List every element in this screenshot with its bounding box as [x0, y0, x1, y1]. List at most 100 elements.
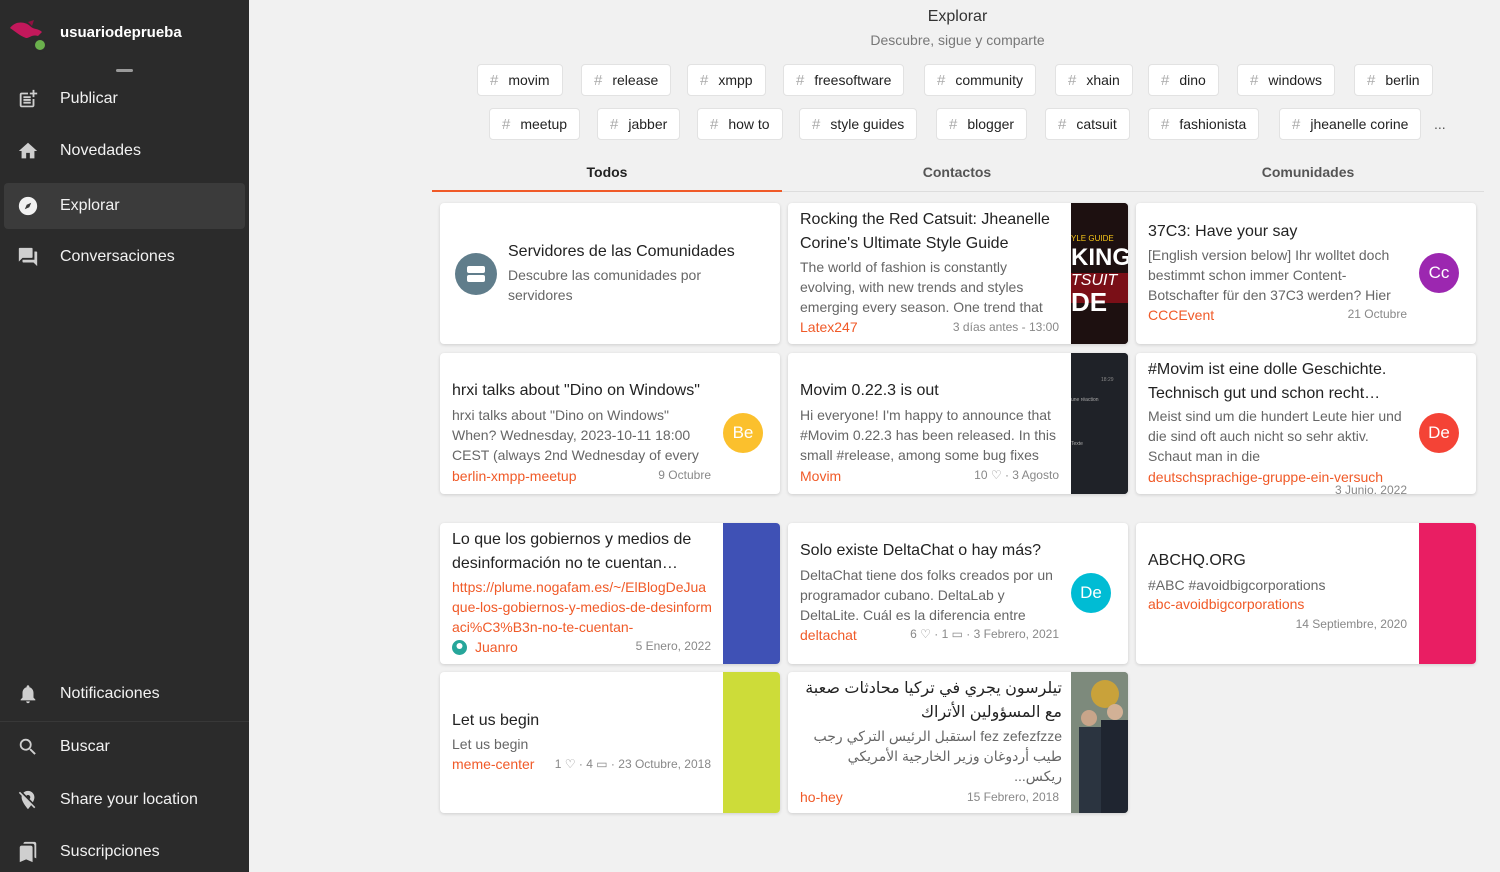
- hash-icon: #: [710, 115, 719, 133]
- tag-chip[interactable]: # release: [581, 64, 672, 96]
- card-author[interactable]: Juanro: [475, 639, 518, 655]
- nav-subscriptions[interactable]: Suscripciones: [0, 829, 249, 872]
- tab-active-indicator: [432, 190, 782, 192]
- tag-chip[interactable]: # meetup: [489, 108, 581, 140]
- heart-icon: ♡: [990, 468, 1002, 482]
- card-source[interactable]: abc-avoidbigcorporations: [1148, 596, 1304, 612]
- tag-chip[interactable]: # community: [924, 64, 1037, 96]
- tab-contactos[interactable]: Contactos: [782, 152, 1132, 192]
- tag-chip[interactable]: # fashionista: [1148, 108, 1260, 140]
- tag-chip[interactable]: # catsuit: [1045, 108, 1130, 140]
- tag-label: release: [612, 72, 659, 88]
- post-thumbnail: 18:29 une réaction Texte: [1071, 353, 1128, 494]
- card-date: 3 Junio, 2022: [1334, 483, 1407, 494]
- likes-count: 1: [554, 757, 562, 771]
- tag-label: style guides: [830, 116, 905, 132]
- hash-icon: #: [1292, 115, 1301, 133]
- card-text: #ABC #avoidbigcorporations: [1148, 577, 1326, 593]
- tag-label: fashionista: [1179, 116, 1247, 132]
- location-off-icon: [18, 790, 36, 810]
- card-source[interactable]: ho-hey: [800, 789, 843, 805]
- more-tags-indicator[interactable]: ...: [1434, 116, 1446, 132]
- bell-icon: [20, 685, 36, 704]
- tag-chip[interactable]: # windows: [1237, 64, 1336, 96]
- nav-notifications[interactable]: Notificaciones: [0, 671, 249, 717]
- nav-search[interactable]: Buscar: [0, 724, 249, 770]
- post-card[interactable]: ABCHQ.ORG #ABC #avoidbigcorporations abc…: [1136, 523, 1476, 664]
- tag-chip[interactable]: # xmpp: [687, 64, 766, 96]
- tag-chip[interactable]: # xhain: [1055, 64, 1133, 96]
- likes-count: 6: [910, 627, 917, 641]
- card-date: 23 Octubre, 2018: [618, 757, 711, 771]
- card-text: Descubre las comunidades por servidores: [508, 267, 701, 303]
- tag-label: xmpp: [718, 72, 753, 88]
- card-source[interactable]: Latex247: [800, 319, 858, 335]
- tag-label: jheanelle corine: [1310, 116, 1409, 132]
- community-servers-card[interactable]: Servidores de las Comunidades Descubre l…: [440, 203, 780, 344]
- community-avatar: De: [1419, 413, 1459, 453]
- card-title: 37C3: Have your say: [1148, 223, 1298, 240]
- nav-explore[interactable]: Explorar: [4, 183, 245, 229]
- post-card[interactable]: #Movim ist eine dolle Geschichte. Techni…: [1136, 353, 1476, 494]
- card-source[interactable]: deltachat: [800, 627, 857, 643]
- hash-icon: #: [594, 71, 603, 89]
- tab-comunidades[interactable]: Comunidades: [1133, 152, 1483, 192]
- drag-handle[interactable]: [116, 69, 133, 72]
- tag-label: xhain: [1086, 72, 1120, 88]
- nav-news[interactable]: Novedades: [0, 128, 249, 174]
- nav-location-label: Share your location: [60, 791, 198, 808]
- card-source[interactable]: meme-center: [452, 756, 534, 772]
- community-avatar: De: [1071, 573, 1111, 613]
- tag-chip[interactable]: # style guides: [799, 108, 918, 140]
- nav-location[interactable]: Share your location: [0, 777, 249, 823]
- tab-todos[interactable]: Todos: [432, 152, 782, 192]
- card-date: 3 días antes - 13:00: [952, 320, 1059, 334]
- sidebar: usuariodeprueba Publicar Novedades Explo…: [0, 0, 249, 872]
- hash-icon: #: [502, 115, 511, 133]
- color-strip: [723, 672, 780, 813]
- post-card[interactable]: Solo existe DeltaChat o hay más? DeltaCh…: [788, 523, 1128, 664]
- card-link[interactable]: https://plume.nogafam.es/~/ElBlogDeJuaqu…: [452, 577, 712, 637]
- thumb-text: KING: [1071, 244, 1128, 271]
- card-source[interactable]: CCCEvent: [1148, 307, 1214, 323]
- tag-chip[interactable]: # movim: [477, 64, 563, 96]
- comment-icon: ▭: [951, 627, 963, 641]
- card-source[interactable]: berlin-xmpp-meetup: [452, 468, 577, 484]
- user-avatar[interactable]: [8, 16, 47, 54]
- tag-label: berlin: [1385, 72, 1420, 88]
- tag-chip[interactable]: # jabber: [597, 108, 681, 140]
- card-text: Meist sind um die hundert Leute hier und…: [1148, 408, 1402, 464]
- tag-chip[interactable]: # how to: [697, 108, 783, 140]
- tag-label: freesoftware: [814, 72, 892, 88]
- nav-chats[interactable]: Conversaciones: [0, 234, 249, 280]
- card-title: ABCHQ.ORG: [1148, 552, 1246, 569]
- profile-header[interactable]: usuariodeprueba: [0, 0, 249, 66]
- post-card[interactable]: تيلرسون يجري في تركيا محادثات صعبة مع ال…: [788, 672, 1128, 813]
- post-card[interactable]: Let us begin Let us begin meme-center 1 …: [440, 672, 780, 813]
- forum-icon: [18, 247, 38, 267]
- nav-publish[interactable]: Publicar: [0, 76, 249, 122]
- post-card[interactable]: Rocking the Red Catsuit: Jheanelle Corin…: [788, 203, 1128, 344]
- page-title: Explorar: [927, 8, 988, 25]
- card-stats: 1 ♡ · 4 ▭ · 23 Octubre, 2018: [554, 757, 711, 771]
- tag-label: catsuit: [1076, 116, 1117, 132]
- card-source[interactable]: Movim: [800, 468, 841, 484]
- post-card[interactable]: Lo que los gobiernos y medios de desinfo…: [440, 523, 780, 664]
- card-text: fez zefezfzze استقبل الرئيس التركي رجب ط…: [813, 728, 1062, 784]
- tag-label: meetup: [520, 116, 568, 132]
- search-icon: [19, 738, 36, 755]
- card-title: Let us begin: [452, 712, 540, 729]
- tag-chip[interactable]: # jheanelle corine: [1279, 108, 1422, 140]
- post-card[interactable]: Movim 0.22.3 is out Hi everyone! I'm hap…: [788, 353, 1128, 494]
- heart-icon: ♡: [564, 757, 576, 771]
- post-card[interactable]: hrxi talks about "Dino on Windows" hrxi …: [440, 353, 780, 494]
- tag-chip[interactable]: # dino: [1148, 64, 1219, 96]
- card-text: hrxi talks about "Dino on Windows" When?…: [452, 407, 699, 463]
- tag-label: how to: [728, 116, 770, 132]
- hash-icon: #: [949, 115, 958, 133]
- card-date: 3 Febrero, 2021: [973, 627, 1059, 641]
- tag-chip[interactable]: # berlin: [1354, 64, 1433, 96]
- tag-chip[interactable]: # freesoftware: [783, 64, 905, 96]
- tag-chip[interactable]: # blogger: [936, 108, 1028, 140]
- post-card[interactable]: 37C3: Have your say [English version bel…: [1136, 203, 1476, 344]
